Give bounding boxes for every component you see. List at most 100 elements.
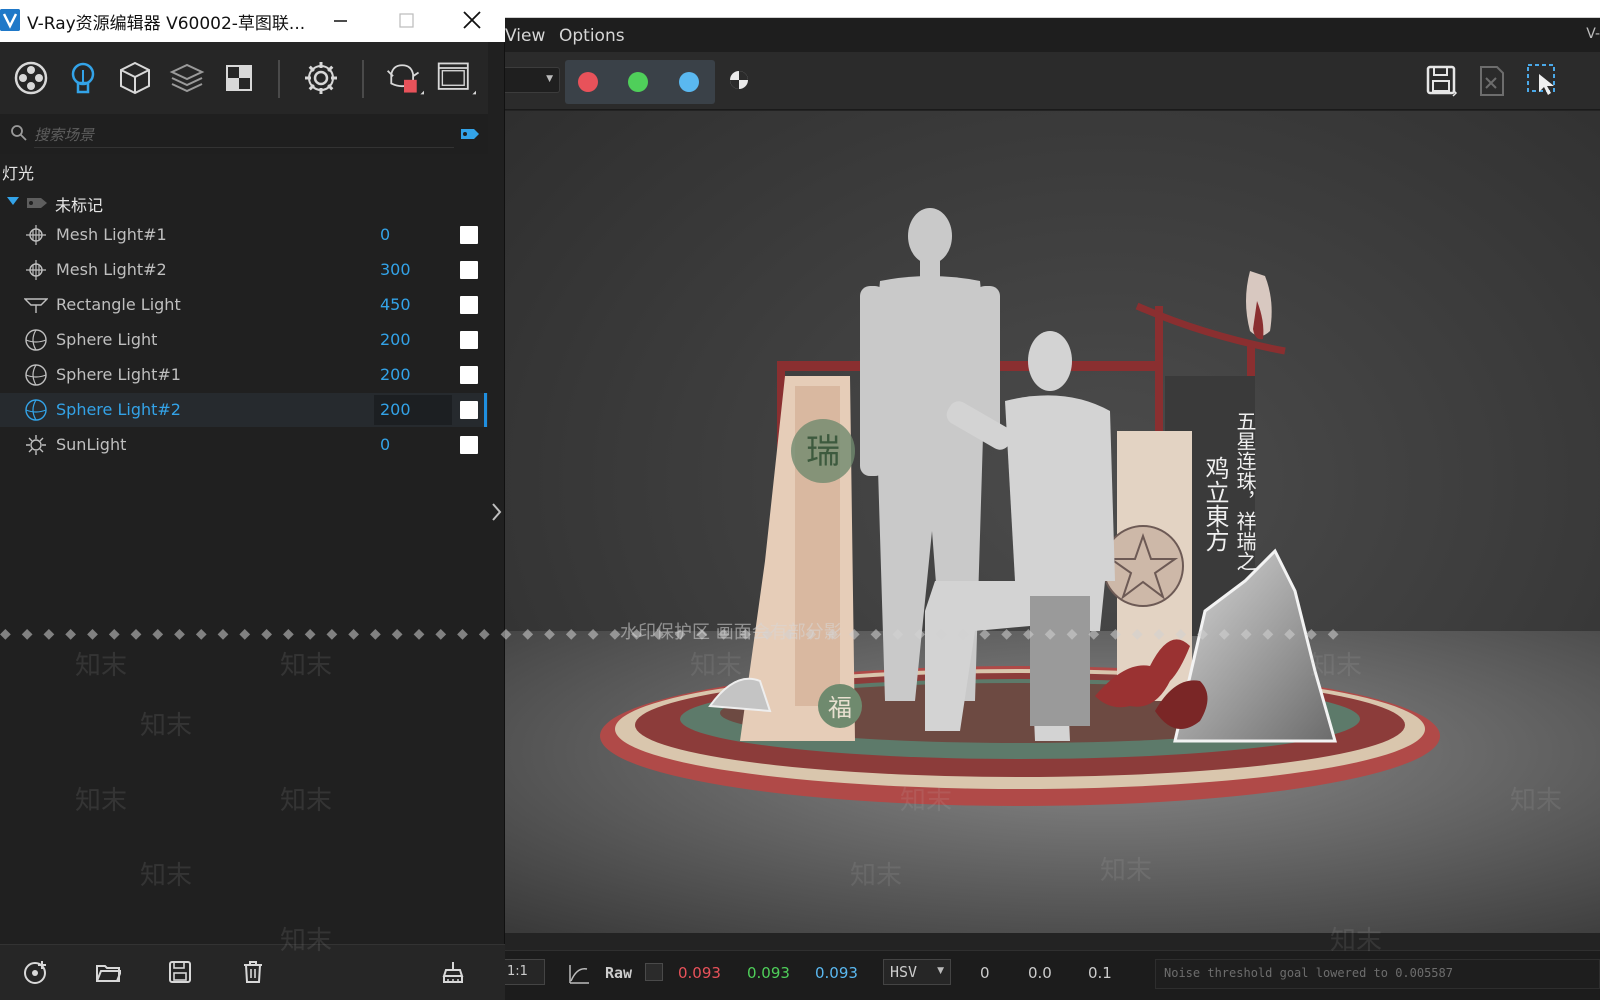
- zoom-select[interactable]: 1:1: [505, 959, 545, 985]
- frame-buffer-icon[interactable]: [436, 58, 476, 98]
- toolbar-separator: [278, 60, 280, 98]
- light-name: Mesh Light#2: [56, 260, 167, 279]
- scroll-char-fu: 福: [828, 694, 852, 722]
- group-label: 未标记: [55, 196, 104, 215]
- status-bar: 1:1 Raw 0.093 0.093 0.093 HSV ▼ 0 0.0 0.…: [505, 950, 1600, 1000]
- maximize-icon[interactable]: [384, 0, 428, 42]
- light-intensity[interactable]: 0: [380, 225, 390, 244]
- purge-icon[interactable]: [440, 959, 466, 985]
- light-intensity[interactable]: 200: [380, 365, 411, 384]
- search-icon: [11, 125, 27, 141]
- close-icon[interactable]: [450, 0, 494, 42]
- render-viewport[interactable]: 五星连珠，祥瑞之 鸡立東方 瑞 福: [505, 111, 1600, 933]
- channel-select[interactable]: ▼: [505, 67, 560, 93]
- lights-icon[interactable]: [63, 58, 103, 98]
- light-enable-checkbox[interactable]: [460, 331, 478, 349]
- layers-icon[interactable]: [167, 58, 207, 98]
- banner-text-1: 五星连珠，祥瑞之: [1233, 411, 1257, 571]
- light-intensity[interactable]: 450: [380, 295, 411, 314]
- zoom-value: 1:1: [507, 964, 528, 979]
- light-name: Mesh Light#1: [56, 225, 167, 244]
- light-row-sunlight[interactable]: SunLight 0: [0, 428, 488, 462]
- render-teapot-icon[interactable]: [384, 58, 424, 98]
- selection-indicator: [484, 393, 487, 427]
- color-space-label: Raw: [605, 964, 633, 982]
- tag-icon: [27, 198, 47, 208]
- light-row-rectangle-light[interactable]: Rectangle Light 450: [0, 288, 488, 322]
- group-row[interactable]: 未标记: [0, 189, 488, 217]
- red-value: 0.093: [678, 964, 721, 982]
- delete-icon[interactable]: [240, 959, 266, 985]
- color-mode-select[interactable]: HSV ▼: [883, 959, 951, 985]
- section-title: 灯光: [2, 164, 35, 183]
- light-name: SunLight: [56, 435, 127, 454]
- light-enable-checkbox[interactable]: [460, 401, 478, 419]
- chevron-down-icon: ▼: [546, 74, 553, 84]
- light-name: Sphere Light: [56, 330, 158, 349]
- title-bar: V-Ray资源编辑器 V60002-草图联...: [0, 0, 505, 42]
- region-render-icon[interactable]: [1525, 62, 1561, 98]
- clear-image-icon[interactable]: [1477, 64, 1507, 98]
- menu-view[interactable]: View: [505, 26, 545, 46]
- light-row-mesh-light-1[interactable]: Mesh Light#1 0: [0, 218, 488, 252]
- light-intensity[interactable]: 0: [380, 435, 390, 454]
- light-enable-checkbox[interactable]: [460, 366, 478, 384]
- save-icon[interactable]: [167, 959, 193, 985]
- materials-icon[interactable]: [11, 58, 51, 98]
- light-row-sphere-light-1[interactable]: Sphere Light#1 200: [0, 358, 488, 392]
- save-image-icon[interactable]: [1425, 64, 1459, 98]
- asset-bottom-bar: [0, 944, 505, 1000]
- light-enable-checkbox[interactable]: [460, 261, 478, 279]
- mesh-light-icon: [26, 225, 46, 245]
- mesh-light-icon: [26, 260, 46, 280]
- rendered-scene: 五星连珠，祥瑞之 鸡立東方 瑞 福: [505, 111, 1600, 933]
- green-channel-button[interactable]: [628, 72, 648, 92]
- geometry-icon[interactable]: [115, 58, 155, 98]
- settings-icon[interactable]: [301, 58, 341, 98]
- frame-buffer-window: View Options V- ▼ 五星连珠，祥瑞之 鸡立東方 瑞 福 1:1 …: [505, 0, 1600, 1000]
- sphere-light-icon: [25, 399, 47, 421]
- light-row-sphere-light-2[interactable]: Sphere Light#2 200: [0, 393, 488, 427]
- asset-toolbar: [0, 42, 488, 114]
- expand-panel-arrow-icon[interactable]: [490, 500, 504, 524]
- light-enable-checkbox[interactable]: [460, 296, 478, 314]
- red-channel-button[interactable]: [578, 72, 598, 92]
- menu-bar: View Options V-: [505, 18, 1600, 52]
- tag-filter-icon[interactable]: [460, 127, 480, 141]
- window-top-strip: [505, 0, 1600, 18]
- rectangle-light-icon: [24, 298, 48, 313]
- textures-icon[interactable]: [219, 58, 259, 98]
- asset-list: 灯光 未标记 Mesh Light#1 0 Mesh Light#2 300 R…: [0, 154, 488, 944]
- light-enable-checkbox[interactable]: [460, 436, 478, 454]
- light-name: Sphere Light#1: [56, 365, 181, 384]
- search-bar: [0, 114, 488, 154]
- window-title: V-Ray资源编辑器 V60002-草图联...: [27, 14, 306, 34]
- sun-light-icon: [26, 435, 46, 455]
- chevron-down-icon: ▼: [937, 966, 944, 976]
- minimize-icon[interactable]: [318, 0, 362, 42]
- color-swatch: [645, 963, 663, 981]
- vray-logo-icon: [0, 9, 20, 31]
- menu-options[interactable]: Options: [559, 26, 625, 46]
- light-intensity[interactable]: 200: [380, 330, 411, 349]
- expand-caret-icon[interactable]: [7, 197, 19, 205]
- saturation-value: 0.0: [1028, 964, 1052, 982]
- add-asset-icon[interactable]: [22, 959, 48, 985]
- search-input[interactable]: [34, 122, 454, 148]
- status-message: Noise threshold goal lowered to 0.005587: [1155, 959, 1600, 989]
- banner-text-2: 鸡立東方: [1201, 456, 1229, 552]
- menu-corner-text: V-: [1586, 26, 1600, 42]
- light-intensity[interactable]: 200: [380, 400, 411, 419]
- frame-buffer-toolbar: ▼: [505, 52, 1600, 110]
- monochrome-icon[interactable]: [729, 70, 749, 90]
- blue-channel-button[interactable]: [679, 72, 699, 92]
- light-enable-checkbox[interactable]: [460, 226, 478, 244]
- color-mode-value: HSV: [890, 963, 918, 981]
- scroll-char-rui: 瑞: [806, 432, 840, 472]
- open-folder-icon[interactable]: [95, 959, 121, 985]
- light-intensity[interactable]: 300: [380, 260, 411, 279]
- light-row-mesh-light-2[interactable]: Mesh Light#2 300: [0, 253, 488, 287]
- curve-correction-icon[interactable]: [567, 963, 591, 985]
- light-row-sphere-light[interactable]: Sphere Light 200: [0, 323, 488, 357]
- asset-editor-window: V-Ray资源编辑器 V60002-草图联... 搜索场景 灯光 未标记 Mes…: [0, 0, 505, 1000]
